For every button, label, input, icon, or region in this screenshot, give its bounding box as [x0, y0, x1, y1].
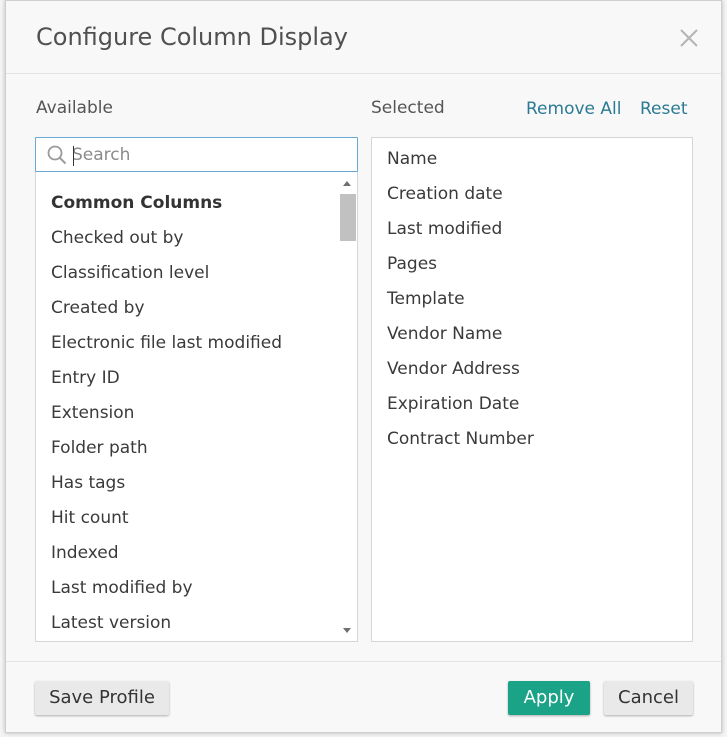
selected-item[interactable]: Template	[387, 288, 534, 323]
available-item[interactable]: Indexed	[51, 542, 282, 577]
available-label: Available	[36, 98, 113, 118]
dialog-footer: Save Profile Apply Cancel	[6, 661, 721, 732]
selected-item[interactable]: Vendor Name	[387, 323, 534, 358]
selected-item[interactable]: Pages	[387, 253, 534, 288]
selected-item[interactable]: Expiration Date	[387, 393, 534, 428]
close-button[interactable]	[679, 28, 699, 48]
dialog-header: Configure Column Display	[6, 1, 721, 74]
scroll-thumb[interactable]	[340, 194, 356, 241]
apply-button[interactable]: Apply	[508, 681, 590, 715]
available-item[interactable]: Created by	[51, 297, 282, 332]
selected-label: Selected	[371, 98, 445, 118]
available-item[interactable]: Folder path	[51, 437, 282, 472]
close-icon	[680, 29, 698, 47]
available-items: Common Columns Checked out by Classifica…	[51, 192, 282, 641]
search-box	[35, 137, 358, 172]
configure-column-dialog: Configure Column Display Available Selec…	[5, 0, 722, 733]
search-input[interactable]	[72, 140, 352, 169]
dialog-title: Configure Column Display	[36, 23, 348, 51]
cancel-button[interactable]: Cancel	[604, 681, 693, 715]
selected-item[interactable]: Contract Number	[387, 428, 534, 463]
selected-items: Name Creation date Last modified Pages T…	[387, 148, 534, 463]
available-columns-list[interactable]: Common Columns Checked out by Classifica…	[35, 172, 358, 642]
reset-link[interactable]: Reset	[640, 99, 688, 119]
scroll-down-button[interactable]	[337, 622, 357, 638]
selected-item[interactable]: Name	[387, 148, 534, 183]
available-item[interactable]: Checked out by	[51, 227, 282, 262]
available-scrollbar[interactable]	[337, 172, 357, 641]
selected-columns-list[interactable]: Name Creation date Last modified Pages T…	[371, 137, 693, 642]
available-item[interactable]: Entry ID	[51, 367, 282, 402]
selected-item[interactable]: Last modified	[387, 218, 534, 253]
scroll-up-button[interactable]	[337, 176, 357, 192]
available-item[interactable]: Hit count	[51, 507, 282, 542]
available-item[interactable]: Electronic file last modified	[51, 332, 282, 367]
selected-item[interactable]: Creation date	[387, 183, 534, 218]
available-item[interactable]: Last modified by	[51, 577, 282, 612]
available-item[interactable]: Has tags	[51, 472, 282, 507]
save-profile-button[interactable]: Save Profile	[35, 681, 169, 715]
remove-all-link[interactable]: Remove All	[526, 99, 621, 119]
chevron-up-icon	[343, 181, 351, 186]
available-item[interactable]: Classification level	[51, 262, 282, 297]
search-icon	[47, 145, 67, 165]
chevron-down-icon	[343, 628, 351, 633]
group-header-common-columns: Common Columns	[51, 193, 223, 213]
available-item[interactable]: Latest version	[51, 612, 282, 641]
available-item[interactable]: Extension	[51, 402, 282, 437]
text-caret	[73, 146, 74, 166]
selected-item[interactable]: Vendor Address	[387, 358, 534, 393]
